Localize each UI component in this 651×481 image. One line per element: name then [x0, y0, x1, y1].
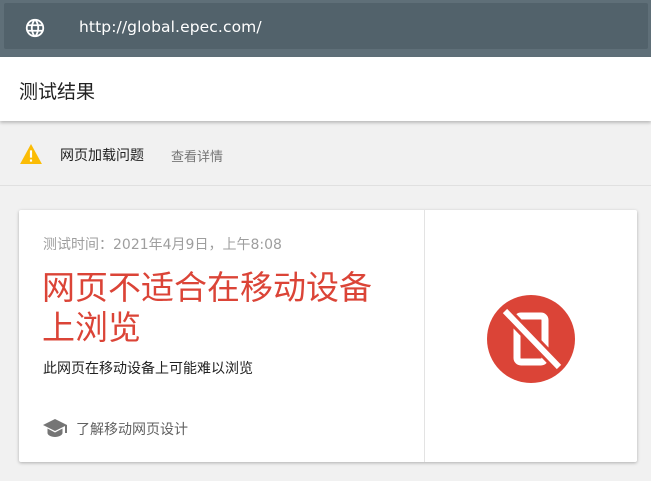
learn-mobile-design-label: 了解移动网页设计 [76, 422, 188, 438]
test-timestamp: 测试时间：2021年4月9日，上午8:08 [43, 237, 282, 253]
results-header: 测试结果 [0, 57, 651, 121]
page-title: 测试结果 [19, 81, 96, 103]
address-bar-container: http://global.epec.com/ [0, 0, 651, 57]
warning-icon [20, 144, 42, 164]
page-loading-issues-label: 网页加载问题 [60, 148, 144, 164]
result-title: 网页不适合在移动设备上浏览 [42, 268, 372, 347]
not-mobile-friendly-icon [487, 295, 575, 383]
result-description: 此网页在移动设备上可能难以浏览 [43, 361, 253, 377]
card-divider [424, 210, 425, 462]
page-loading-issues-row: 网页加载问题 查看详情 [0, 124, 651, 186]
result-card: 测试时间：2021年4月9日，上午8:08 网页不适合在移动设备上浏览 此网页在… [19, 210, 637, 462]
globe-icon [25, 18, 45, 38]
url-text[interactable]: http://global.epec.com/ [79, 18, 262, 36]
address-bar[interactable]: http://global.epec.com/ [4, 3, 648, 49]
graduation-cap-icon [43, 419, 67, 437]
view-details-link[interactable]: 查看详情 [171, 146, 223, 165]
